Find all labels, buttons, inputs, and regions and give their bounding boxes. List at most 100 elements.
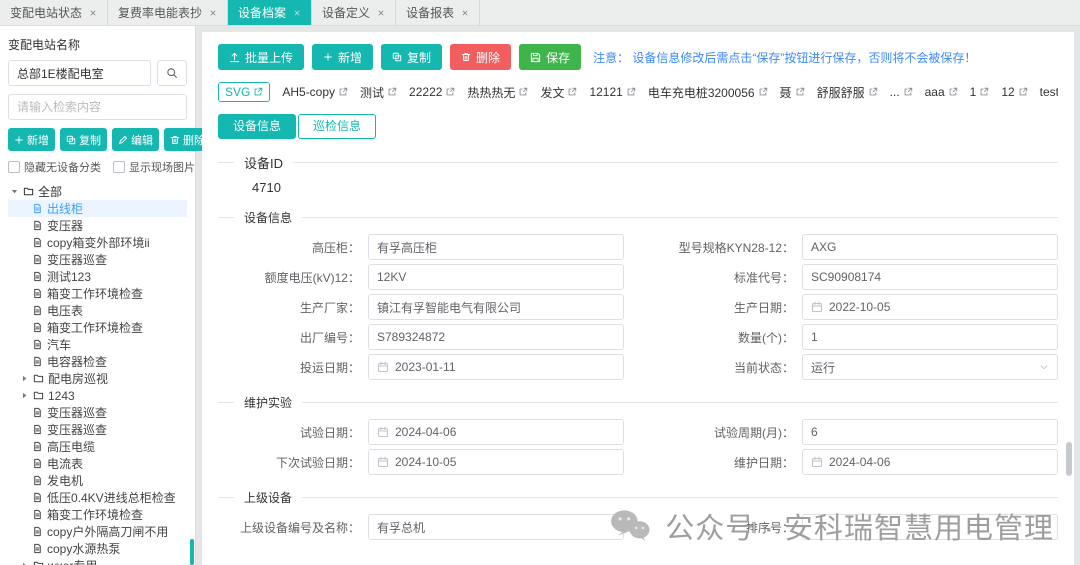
tree-item[interactable]: 1243: [8, 387, 187, 404]
sidebar-scrollbar-thumb[interactable]: [190, 539, 194, 565]
field-label: 上级设备编号及名称：: [239, 520, 360, 535]
launch-icon: [518, 87, 528, 97]
device-tag[interactable]: SVG: [218, 82, 271, 102]
date-input[interactable]: 2024-10-05: [368, 449, 624, 475]
chevron-down-icon: [1039, 362, 1049, 372]
text-input[interactable]: SC90908174: [802, 264, 1058, 290]
window-tab[interactable]: 变配电站状态: [0, 0, 109, 25]
date-input[interactable]: 2023-01-11: [368, 354, 624, 380]
main-scrollbar-thumb[interactable]: [1066, 442, 1072, 476]
device-tag[interactable]: 发文: [540, 84, 577, 101]
sidebar-checkbox[interactable]: 隐藏无设备分类: [8, 159, 101, 175]
toolbar-copy-button[interactable]: 复制: [381, 44, 443, 70]
toolbar-delete-button[interactable]: 删除: [450, 44, 512, 70]
window-tab[interactable]: 复费率电能表抄: [108, 0, 229, 25]
device-tag[interactable]: 聂: [780, 84, 805, 101]
toolbar-upload-button[interactable]: 批量上传: [218, 44, 305, 70]
device-tag[interactable]: ...: [890, 85, 913, 99]
tag-label: 热热热无: [467, 85, 516, 100]
delete-icon: [170, 135, 180, 145]
text-input[interactable]: 有孚总机: [368, 514, 624, 540]
checkbox[interactable]: [113, 161, 125, 173]
tree-item[interactable]: 高压电缆: [8, 438, 187, 455]
tree-item[interactable]: 变压器巡查: [8, 251, 187, 268]
text-input[interactable]: AXG: [802, 234, 1058, 260]
button-label: 编辑: [131, 134, 153, 147]
search-input[interactable]: [8, 94, 187, 120]
station-input[interactable]: [8, 60, 151, 86]
doc-icon: [32, 339, 43, 350]
tree-item[interactable]: 电容器检查: [8, 353, 187, 370]
device-tag-bar: SVG AH5-copy 测试 22222 热热热无 发文 12121 电车充电桩320005…: [218, 82, 1058, 102]
tree-item[interactable]: 箱变工作环境检查: [8, 285, 187, 302]
tree-item[interactable]: copy箱变外部环境ii: [8, 234, 187, 251]
input-value: SC90908174: [811, 270, 882, 284]
watermark-text: 公众号 · 安科瑞智慧用电管理: [665, 513, 1054, 545]
tree-item[interactable]: 出线柜: [8, 200, 187, 217]
tree-root[interactable]: 全部: [8, 183, 187, 200]
toolbar-save-button[interactable]: 保存: [519, 44, 582, 70]
sidebar-plus-button[interactable]: 新增: [8, 128, 55, 151]
device-tag[interactable]: 12: [1001, 85, 1027, 99]
device-tag[interactable]: 热热热无: [467, 84, 528, 101]
launch-icon: [626, 87, 636, 97]
device-tag[interactable]: test: [1040, 85, 1058, 99]
window-tab[interactable]: 设备定义: [312, 0, 397, 25]
tree-item[interactable]: 汽车: [8, 336, 187, 353]
form-grid: 高压柜： 有孚高压柜 型号规格KYN28-12： AXG 额度电压(kV)12： 12KV…: [218, 234, 1058, 380]
search-button[interactable]: [157, 60, 187, 86]
tree-item[interactable]: 配电房巡视: [8, 370, 187, 387]
text-input[interactable]: 有孚高压柜: [368, 234, 624, 260]
text-input[interactable]: 12KV: [368, 264, 624, 290]
tree-item[interactable]: 电流表: [8, 455, 187, 472]
tree-item[interactable]: 变压器巡查: [8, 421, 187, 438]
device-tag[interactable]: 电车充电桩3200056: [648, 84, 768, 101]
caret-right-icon: [20, 561, 29, 565]
tree-item[interactable]: copy水源热泵: [8, 540, 187, 557]
tree-item[interactable]: copy户外隔高刀闸不用: [8, 523, 187, 540]
content-tab[interactable]: 巡检信息: [298, 114, 377, 139]
divider-line: [302, 402, 1058, 403]
text-input[interactable]: 镇江有孚智能电气有限公司: [368, 294, 624, 320]
date-input[interactable]: 2024-04-06: [368, 419, 624, 445]
date-input[interactable]: 2022-10-05: [802, 294, 1058, 320]
sidebar-copy-button[interactable]: 复制: [60, 128, 107, 151]
sidebar-checkbox[interactable]: 显示现场图片: [113, 159, 195, 175]
text-input[interactable]: 1: [802, 324, 1058, 350]
launch-icon: [795, 87, 805, 97]
tree-item[interactable]: 变压器: [8, 217, 187, 234]
launch-icon: [253, 87, 263, 97]
tree-item[interactable]: 箱变工作环境检查: [8, 506, 187, 523]
button-label: 批量上传: [245, 50, 294, 65]
tree-item-label: 电流表: [47, 457, 84, 471]
tree-item[interactable]: 发电机: [8, 472, 187, 489]
device-tag[interactable]: 1: [970, 85, 990, 99]
content-tab[interactable]: 设备信息: [218, 114, 297, 139]
tree-item-label: 变压器巡查: [47, 423, 108, 437]
text-input[interactable]: 6: [802, 419, 1058, 445]
tree-item[interactable]: wxer专用: [8, 557, 187, 565]
tree-item[interactable]: 电压表: [8, 302, 187, 319]
text-input[interactable]: S789324872: [368, 324, 624, 350]
toolbar-plus-button[interactable]: 新增: [312, 44, 374, 70]
doc-icon: [32, 220, 43, 231]
tree-item[interactable]: 低压0.4KV进线总柜检查: [8, 489, 187, 506]
device-tag[interactable]: 舒服舒服: [817, 84, 878, 101]
tree-item[interactable]: 测试123: [8, 268, 187, 285]
sidebar-edit-button[interactable]: 编辑: [112, 128, 159, 151]
date-input[interactable]: 2024-04-06: [802, 449, 1058, 475]
device-tag[interactable]: 测试: [360, 84, 397, 101]
device-tag[interactable]: 12121: [589, 85, 636, 99]
doc-icon: [32, 356, 43, 367]
doc-icon: [32, 475, 43, 486]
tree-item[interactable]: 变压器巡查: [8, 404, 187, 421]
field-label: 型号规格KYN28-12：: [678, 240, 794, 255]
tree-item[interactable]: 箱变工作环境检查: [8, 319, 187, 336]
device-tag[interactable]: aaa: [925, 85, 958, 99]
select-input[interactable]: 运行: [802, 354, 1058, 380]
checkbox[interactable]: [8, 161, 20, 173]
device-tag[interactable]: 22222: [409, 85, 455, 99]
window-tab[interactable]: 设备档案: [228, 0, 313, 25]
device-tag[interactable]: AH5-copy: [282, 85, 348, 99]
window-tab[interactable]: 设备报表: [396, 0, 481, 25]
